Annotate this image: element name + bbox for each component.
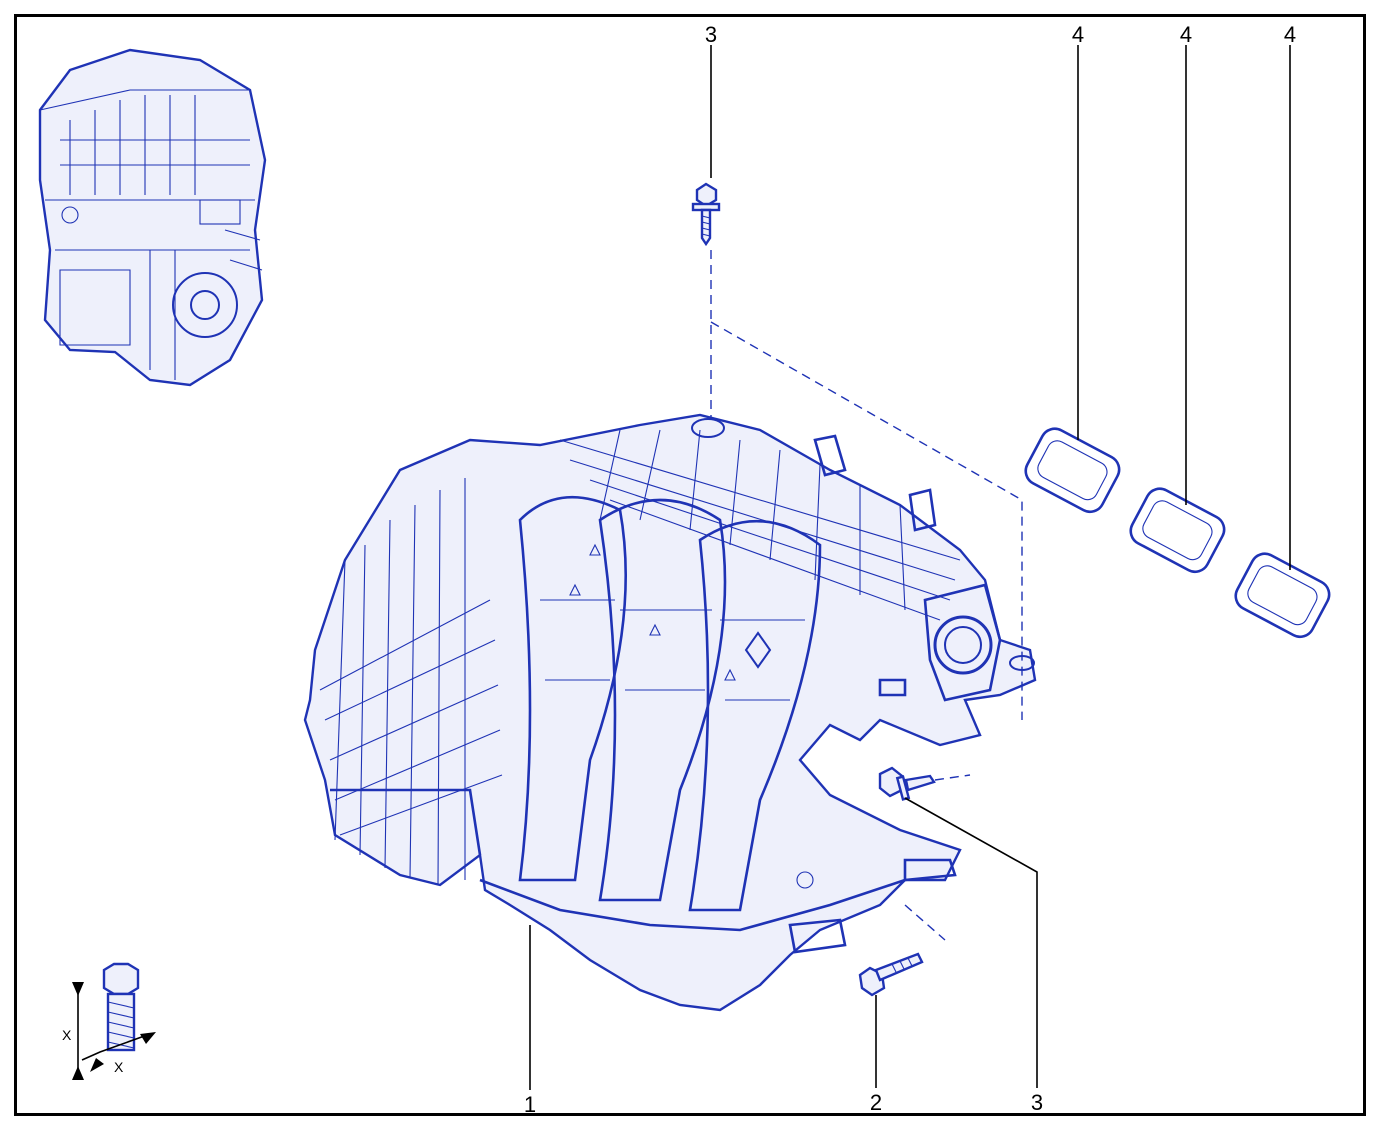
callout-gasket-3: 4	[1284, 22, 1296, 47]
callout-bolt-middle: 3	[1031, 1090, 1043, 1115]
callout-manifold: 1	[524, 1092, 536, 1117]
gasket-2	[1129, 487, 1226, 574]
engine-location-thumbnail	[38, 48, 267, 387]
gasket-1	[1024, 427, 1121, 514]
long-bolt	[858, 952, 924, 997]
callout-long-bolt: 2	[870, 1090, 882, 1115]
bolt-middle	[878, 766, 936, 801]
intake-manifold	[303, 413, 1037, 1012]
dimension-label-vertical: X	[62, 1027, 72, 1043]
gasket-3	[1234, 552, 1331, 639]
callout-gasket-2: 4	[1180, 22, 1192, 47]
bolt-top	[691, 182, 721, 247]
exploded-parts-diagram: 1 2 3 3 4 4 4 X X	[38, 22, 1331, 1117]
callout-gasket-1: 4	[1072, 22, 1084, 47]
callout-bolt-top: 3	[705, 22, 717, 47]
dimension-label-horizontal: X	[114, 1059, 124, 1075]
